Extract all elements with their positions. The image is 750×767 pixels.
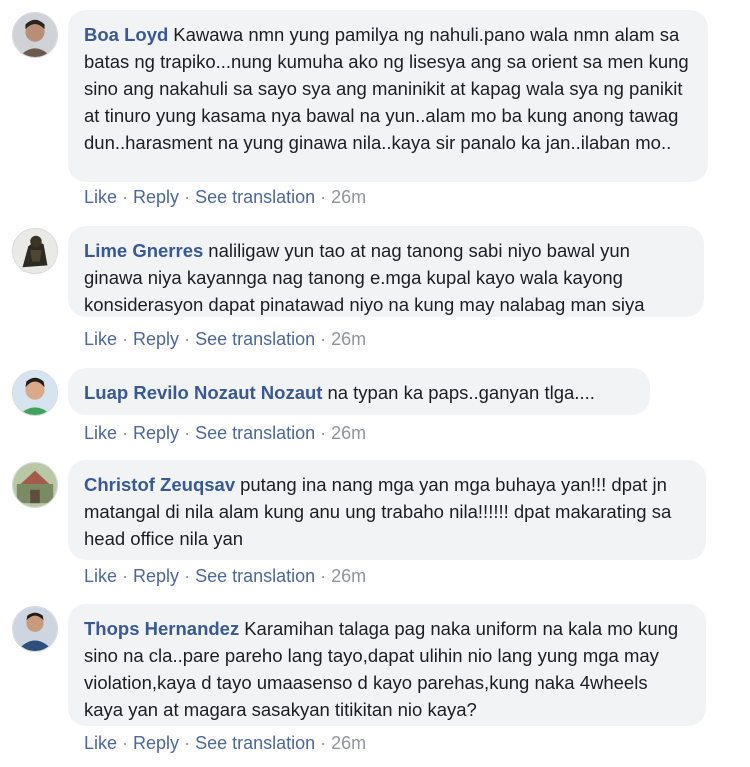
separator: · [320, 733, 327, 753]
comment-actions: Like · Reply · See translation · 26m [84, 732, 366, 754]
reply-link[interactable]: Reply [133, 733, 179, 753]
see-translation-link[interactable]: See translation [195, 187, 315, 207]
profile-photo-icon [13, 463, 57, 507]
comment-author[interactable]: Thops Hernandez [84, 618, 239, 639]
timestamp[interactable]: 26m [331, 329, 366, 349]
comment-text: na typan ka paps..ganyan tlga.... [327, 382, 595, 403]
separator: · [184, 329, 191, 349]
comment-actions: Like · Reply · See translation · 26m [84, 328, 366, 350]
see-translation-link[interactable]: See translation [195, 423, 315, 443]
avatar[interactable] [12, 12, 58, 58]
see-translation-link[interactable]: See translation [195, 733, 315, 753]
like-link[interactable]: Like [84, 566, 117, 586]
timestamp[interactable]: 26m [331, 423, 366, 443]
profile-photo-icon [13, 13, 57, 57]
profile-photo-icon [13, 607, 57, 651]
avatar[interactable] [12, 462, 58, 508]
comment-bubble: Christof Zeuqsav putang ina nang mga yan … [68, 460, 706, 560]
avatar[interactable] [12, 606, 58, 652]
comment-actions: Like · Reply · See translation · 26m [84, 422, 366, 444]
reply-link[interactable]: Reply [133, 329, 179, 349]
separator: · [320, 187, 327, 207]
separator: · [184, 187, 191, 207]
separator: · [320, 566, 327, 586]
timestamp[interactable]: 26m [331, 187, 366, 207]
comment-author[interactable]: Luap Revilo Nozaut Nozaut [84, 382, 322, 403]
comment-text: Kawawa nmn yung pamilya ng nahuli.pano w… [84, 24, 689, 153]
comment-author[interactable]: Lime Gnerres [84, 240, 203, 261]
reply-link[interactable]: Reply [133, 566, 179, 586]
profile-photo-icon [13, 371, 57, 415]
comment-author[interactable]: Christof Zeuqsav [84, 474, 235, 495]
comment-actions: Like · Reply · See translation · 26m [84, 565, 366, 587]
like-link[interactable]: Like [84, 329, 117, 349]
separator: · [122, 733, 129, 753]
comment-actions: Like · Reply · See translation · 26m [84, 186, 366, 208]
separator: · [184, 566, 191, 586]
separator: · [320, 329, 327, 349]
like-link[interactable]: Like [84, 733, 117, 753]
separator: · [122, 423, 129, 443]
reply-link[interactable]: Reply [133, 187, 179, 207]
separator: · [320, 423, 327, 443]
like-link[interactable]: Like [84, 187, 117, 207]
avatar[interactable] [12, 228, 58, 274]
comment-bubble: Thops Hernandez Karamihan talaga pag naka… [68, 604, 706, 726]
comment-author[interactable]: Boa Loyd [84, 24, 168, 45]
comment-bubble: Boa Loyd Kawawa nmn yung pamilya ng nahul… [68, 10, 708, 182]
profile-photo-icon [13, 229, 57, 273]
timestamp[interactable]: 26m [331, 566, 366, 586]
comment-bubble: Lime Gnerres naliligaw yun tao at nag tan… [68, 226, 704, 317]
timestamp[interactable]: 26m [331, 733, 366, 753]
separator: · [184, 423, 191, 443]
reply-link[interactable]: Reply [133, 423, 179, 443]
separator: · [122, 187, 129, 207]
see-translation-link[interactable]: See translation [195, 329, 315, 349]
comment-bubble: Luap Revilo Nozaut Nozaut na typan ka pap… [68, 368, 650, 415]
avatar[interactable] [12, 370, 58, 416]
separator: · [122, 329, 129, 349]
separator: · [184, 733, 191, 753]
separator: · [122, 566, 129, 586]
like-link[interactable]: Like [84, 423, 117, 443]
see-translation-link[interactable]: See translation [195, 566, 315, 586]
